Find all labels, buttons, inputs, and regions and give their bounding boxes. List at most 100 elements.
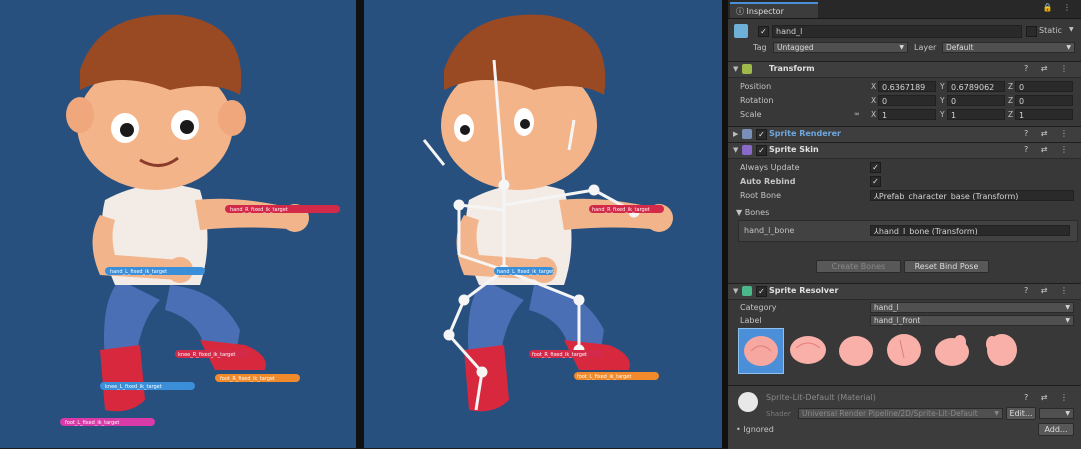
sprite-renderer-title: Sprite Renderer <box>769 129 841 138</box>
position-y-field[interactable]: 0.6789062 <box>947 81 1005 92</box>
layer-value: Default <box>946 43 974 52</box>
y-axis-label: Y <box>940 82 945 91</box>
z-axis-label: Z <box>1008 110 1014 119</box>
root-bone-value: Prefab_character_base (Transform) <box>878 192 1019 201</box>
component-menu-icons[interactable]: ? ⇄ ⋮ <box>1024 286 1073 295</box>
sprite-thumbnail[interactable] <box>978 328 1022 372</box>
layer-label: Layer <box>914 43 937 52</box>
sprite-resolver-title: Sprite Resolver <box>769 286 839 295</box>
inspector-tabbar: ⓘ Inspector 🔒 ⋮ <box>728 0 1081 19</box>
sprite-resolver-icon <box>742 286 752 296</box>
character-illustration-left: hand_R_fixed_ik_target hand_L_fixed_ik_t… <box>60 14 340 426</box>
z-axis-label: Z <box>1008 82 1014 91</box>
static-checkbox[interactable] <box>1026 26 1037 37</box>
component-menu-icons[interactable]: ? ⇄ ⋮ <box>1024 64 1073 73</box>
layer-dropdown[interactable]: Default ▼ <box>942 42 1075 53</box>
create-bones-button[interactable]: Create Bones <box>816 260 901 273</box>
tab-inspector[interactable]: ⓘ Inspector <box>730 2 818 18</box>
sprite-renderer-enabled-checkbox[interactable]: ✓ <box>756 129 767 140</box>
z-axis-label: Z <box>1008 96 1014 105</box>
sprite-skin-title: Sprite Skin <box>769 145 819 154</box>
x-axis-label: X <box>871 96 877 105</box>
root-bone-label: Root Bone <box>740 191 782 200</box>
sprite-thumbnail[interactable] <box>786 328 830 372</box>
sprite-skin-header[interactable]: ▼ ✓ Sprite Skin ? ⇄ ⋮ <box>728 142 1081 159</box>
component-menu-icons[interactable]: ? ⇄ ⋮ <box>1024 145 1073 154</box>
always-update-checkbox[interactable]: ✓ <box>870 162 881 173</box>
sprite-thumbnail[interactable] <box>882 328 926 372</box>
foldout-triangle-icon[interactable]: ▶ <box>733 130 738 138</box>
foldout-triangle-icon[interactable]: ▼ <box>733 287 738 295</box>
scale-x-field[interactable]: 1 <box>878 109 936 120</box>
info-icon: ⓘ <box>736 7 747 16</box>
viewport-divider <box>356 0 364 448</box>
position-x-field[interactable]: 0.6367189 <box>878 81 936 92</box>
y-axis-label: Y <box>940 96 945 105</box>
category-value: hand_l <box>874 303 899 312</box>
gameobject-icon <box>734 24 748 38</box>
x-axis-label: X <box>871 110 877 119</box>
active-checkbox[interactable]: ✓ <box>758 26 769 37</box>
sprite-resolver-enabled-checkbox[interactable]: ✓ <box>756 286 767 297</box>
label-dropdown[interactable]: hand_l_front ▼ <box>870 315 1074 326</box>
constrain-link-icon[interactable]: ∞ <box>854 110 860 118</box>
y-axis-label: Y <box>940 110 945 119</box>
tab-label: Inspector <box>746 7 784 16</box>
ik-target-label: hand_R_fixed_ik_target <box>592 207 650 213</box>
sprite-thumbnail-selected[interactable] <box>738 328 784 374</box>
position-label: Position <box>740 82 772 91</box>
bone-name: hand_l_bone <box>744 226 795 235</box>
ik-target-label: hand_L_fixed_ik_target <box>497 269 554 275</box>
component-menu-icons[interactable]: ? ⇄ ⋮ <box>1024 129 1073 138</box>
transform-header[interactable]: ▼ Transform ? ⇄ ⋮ <box>728 61 1081 78</box>
ik-target-label: foot_R_fixed_ik_target <box>220 376 275 382</box>
auto-rebind-checkbox[interactable]: ✓ <box>870 176 881 187</box>
scene-view-right[interactable]: hand_R_fixed_ik_target hand_L_fixed_ik_t… <box>364 0 722 448</box>
rotation-label: Rotation <box>740 96 774 105</box>
chevron-down-icon[interactable]: ▼ <box>1069 26 1074 33</box>
bone-reference-field[interactable]: ⅄hand_l_bone (Transform) <box>870 225 1070 236</box>
rotation-y-field[interactable]: 0 <box>947 95 1005 106</box>
ik-target-label: foot_L_fixed_ik_target <box>577 374 631 380</box>
scale-y-field[interactable]: 1 <box>947 109 1005 120</box>
reset-bind-pose-button[interactable]: Reset Bind Pose <box>904 260 989 273</box>
shader-label: Shader <box>766 410 791 418</box>
rotation-z-field[interactable]: 0 <box>1015 95 1073 106</box>
x-axis-label: X <box>871 82 877 91</box>
position-z-field[interactable]: 0 <box>1015 81 1073 92</box>
foldout-triangle-icon[interactable]: ▼ <box>733 65 738 73</box>
sprite-resolver-header[interactable]: ▼ ✓ Sprite Resolver ? ⇄ ⋮ <box>728 283 1081 300</box>
static-label: Static <box>1039 26 1062 35</box>
scene-view-left[interactable]: hand_R_fixed_ik_target hand_L_fixed_ik_t… <box>0 0 356 448</box>
sprite-skin-enabled-checkbox[interactable]: ✓ <box>756 145 767 156</box>
ik-target-label: foot_L_fixed_ik_target <box>65 420 119 426</box>
sprite-skin-icon <box>742 145 752 155</box>
always-update-label: Always Update <box>740 163 800 172</box>
sprite-thumbnail[interactable] <box>930 328 974 372</box>
shader-options-dropdown[interactable]: ▼ <box>1039 408 1074 419</box>
object-name-field[interactable]: hand_l <box>772 25 1022 38</box>
edit-shader-button[interactable]: Edit... <box>1006 407 1036 420</box>
shader-dropdown[interactable]: Universal Render Pipeline/2D/Sprite-Lit-… <box>798 408 1003 419</box>
label-value: hand_l_front <box>874 316 921 325</box>
component-menu-icons[interactable]: ? ⇄ ⋮ <box>1024 393 1073 402</box>
ignored-text: Ignored <box>743 425 774 434</box>
sprite-renderer-header[interactable]: ▶ ✓ Sprite Renderer ? ⇄ ⋮ <box>728 126 1081 143</box>
scale-z-field[interactable]: 1 <box>1015 109 1073 120</box>
material-preview-icon <box>738 392 758 412</box>
scale-label: Scale <box>740 110 762 119</box>
ik-target-label: hand_L_fixed_ik_target <box>110 269 167 275</box>
ik-target-label: knee_R_fixed_ik_target <box>178 352 235 358</box>
sprite-thumbnail[interactable] <box>834 328 878 372</box>
category-dropdown[interactable]: hand_l ▼ <box>870 302 1074 313</box>
ik-target-label: hand_R_fixed_ik_target <box>230 207 288 213</box>
add-component-button[interactable]: Add... <box>1038 423 1074 436</box>
tab-menu-icons[interactable]: 🔒 ⋮ <box>1042 3 1075 12</box>
bones-label-text: Bones <box>744 208 770 217</box>
rotation-x-field[interactable]: 0 <box>878 95 936 106</box>
tag-dropdown[interactable]: Untagged ▼ <box>773 42 908 53</box>
ik-target-label: foot_R_fixed_ik_target <box>532 352 587 358</box>
root-bone-field[interactable]: ⅄Prefab_character_base (Transform) <box>870 190 1074 201</box>
foldout-triangle-icon[interactable]: ▼ <box>733 146 738 154</box>
bones-label: ▼ Bones <box>736 208 770 217</box>
